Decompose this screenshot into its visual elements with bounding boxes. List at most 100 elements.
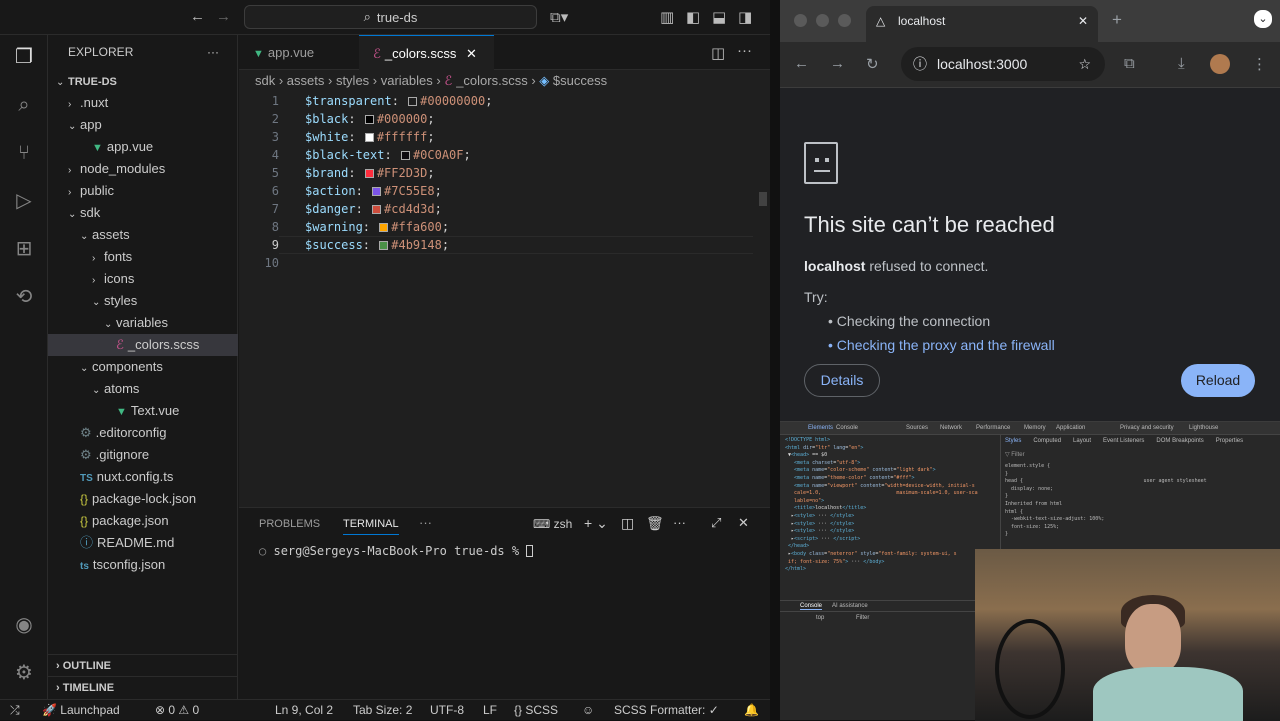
styles-tab[interactable]: Styles [1005,438,1021,444]
outline-section[interactable]: › OUTLINE [48,654,238,676]
secondary-sidebar-icon[interactable]: ◨ [738,8,752,26]
color-swatch[interactable] [372,205,382,214]
address-bar[interactable]: ⓘ localhost:3000 ☆ [901,47,1105,81]
tree-item[interactable]: ⌄ styles [48,290,238,312]
settings-gear-icon[interactable]: ⚙ [12,661,36,685]
color-swatch[interactable] [379,241,389,250]
formatter-status[interactable]: SCSS Formatter: ✓ [614,703,719,717]
devtools-tab[interactable]: Sources [906,425,928,431]
cursor-position[interactable]: Ln 9, Col 2 [275,703,333,717]
line-ending[interactable]: LF [483,703,497,717]
site-info-icon[interactable]: ⓘ [913,47,927,81]
tree-item[interactable]: ⌄ assets [48,224,238,246]
extensions-icon[interactable]: ⊞ [12,237,36,261]
tab-app-vue[interactable]: ▼ app.vue [239,35,359,70]
panel-toggle-icon[interactable]: ⬓ [712,8,726,26]
close-tab-icon[interactable]: ✕ [1078,6,1088,36]
devtools-tab[interactable]: Memory [1024,425,1046,431]
problems-count[interactable]: ⊗ 0 ⚠ 0 [155,703,199,717]
devtools-tab[interactable]: Application [1056,425,1085,431]
tree-item[interactable]: ▼ Text.vue [48,400,238,422]
tree-item[interactable]: › public [48,180,238,202]
encoding[interactable]: UTF-8 [430,703,464,717]
new-terminal-icon[interactable]: + ⌄ [584,515,608,532]
code-line[interactable]: $white: #ffffff; [305,128,435,146]
styles-filter[interactable]: ▽ Filter [1005,451,1025,458]
close-window-button[interactable] [794,14,807,27]
code-line[interactable]: $black-text: #0C0A0F; [305,146,471,164]
tree-item[interactable]: › fonts [48,246,238,268]
browser-tab[interactable]: △ localhost ✕ [866,6,1098,42]
run-debug-icon[interactable]: ▷ [12,189,36,213]
close-icon[interactable]: ✕ [466,46,477,61]
tree-item[interactable]: ⌄ TRUE-DS [48,70,238,92]
styles-tab[interactable]: Layout [1073,438,1091,444]
color-swatch[interactable] [364,133,374,142]
code-line[interactable]: $brand: #FF2D3D; [305,164,435,182]
search-view-icon[interactable]: ⌕ [12,93,36,117]
launchpad-item[interactable]: 🚀 Launchpad [42,703,120,717]
breadcrumb-item[interactable]: $success [553,73,607,88]
tree-item[interactable]: › node_modules [48,158,238,180]
notifications-icon[interactable]: 🔔 [744,703,759,717]
maximize-panel-icon[interactable]: ⤢ [711,515,721,531]
profile-avatar[interactable] [1210,54,1230,74]
editor-scrollbar[interactable] [759,192,767,206]
new-tab-icon[interactable]: + [1112,10,1122,30]
back-arrow-icon[interactable]: ← [190,8,205,25]
color-swatch[interactable] [408,97,418,106]
sidebar-toggle-icon[interactable]: ◧ [686,8,700,26]
tree-item[interactable]: ▼ app.vue [48,136,238,158]
tree-item[interactable]: ts tsconfig.json [48,554,238,576]
more-actions-icon[interactable]: ··· [207,35,219,70]
chrome-menu-icon[interactable]: ⋮ [1252,55,1267,73]
account-icon[interactable]: ◉ [12,613,36,637]
suggestion-link[interactable]: Checking the proxy and the firewall [837,337,1055,353]
devtools-tab[interactable]: Elements [808,425,833,431]
tree-item[interactable]: ⌄ app [48,114,238,136]
forward-icon[interactable]: → [830,55,845,72]
source-control-icon[interactable]: ⑂ [12,141,36,165]
split-editor-icon[interactable]: ◫ [711,44,725,62]
code-line[interactable]: $black: #000000; [305,110,435,128]
zoom-window-button[interactable] [838,14,851,27]
tree-item[interactable]: › .nuxt [48,92,238,114]
devtools-tab[interactable]: Network [940,425,962,431]
tab-console[interactable]: Console [800,603,823,610]
styles-tab[interactable]: DOM Breakpoints [1156,438,1203,444]
color-swatch[interactable] [372,187,382,196]
explorer-icon[interactable]: ❐ [12,45,36,69]
tree-item[interactable]: {} package-lock.json [48,488,238,510]
extensions-icon[interactable]: ⧉ [1124,55,1135,72]
tree-item[interactable]: ⓘ README.md [48,532,238,554]
tree-item[interactable]: ⌄ atoms [48,378,238,400]
console-filter[interactable]: Filter [856,615,869,621]
tree-item[interactable]: ⌄ components [48,356,238,378]
styles-tab[interactable]: Computed [1033,438,1061,444]
tab-search-icon[interactable]: ⌄ [1254,10,1272,28]
timeline-section[interactable]: › TIMELINE [48,676,238,698]
split-terminal-icon[interactable]: ◫ [621,515,634,532]
tab-ai-assistance[interactable]: AI assistance [832,603,868,609]
back-icon[interactable]: ← [794,55,809,72]
kill-terminal-icon[interactable]: 🗑 [646,515,664,532]
copilot-status-icon[interactable]: ☺ [582,703,594,717]
close-panel-icon[interactable]: ✕ [738,515,749,531]
styles-tab[interactable]: Properties [1216,438,1243,444]
dom-tree[interactable]: <!DOCTYPE html> <html dir="ltr" lang="en… [785,437,995,587]
tree-item[interactable]: TS nuxt.config.ts [48,466,238,488]
breadcrumb-item[interactable]: _colors.scss [456,73,528,88]
reload-icon[interactable]: ↻ [866,55,879,73]
terminal-output[interactable]: ○ serg@Sergeys-MacBook-Pro true-ds % [259,544,534,558]
tree-item[interactable]: {} package.json [48,510,238,532]
tab-colors-scss[interactable]: ℰ _colors.scss ✕ [359,35,494,70]
copilot-icon[interactable]: ⧉▾ [550,8,568,26]
code-line[interactable]: $action: #7C55E8; [305,182,442,200]
color-swatch[interactable] [364,169,374,178]
breadcrumb-item[interactable]: assets [287,73,325,88]
color-swatch[interactable] [379,223,389,232]
terminal-more-icon[interactable]: ··· [673,515,686,530]
tree-item[interactable]: ℰ _colors.scss [48,334,238,356]
command-center-search[interactable]: ⌕ true-ds [244,5,537,29]
code-line[interactable]: $transparent: #00000000; [305,92,492,110]
